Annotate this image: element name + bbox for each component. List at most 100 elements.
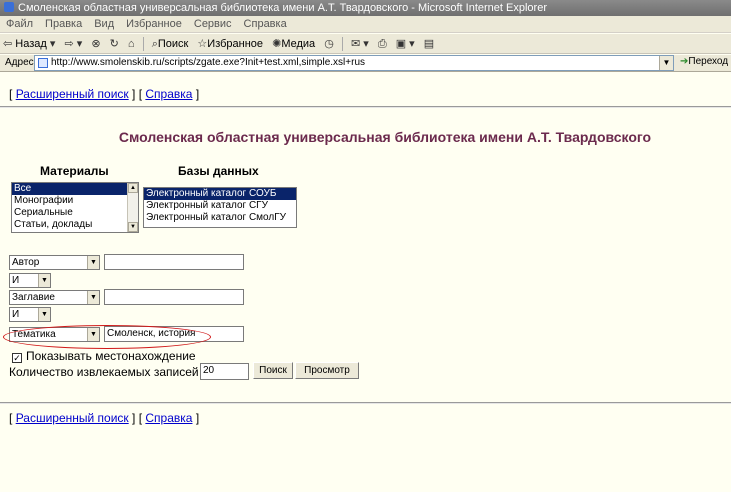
materials-listbox[interactable]: Все Монографии Сериальные Статьи, доклад… <box>11 182 139 233</box>
mail-button[interactable]: ✉ ▾ <box>348 34 372 54</box>
search-submit-button[interactable]: Поиск <box>253 362 293 379</box>
toolbar-separator <box>142 37 144 51</box>
menu-edit[interactable]: Правка <box>39 16 88 30</box>
back-button[interactable]: ⇦ Назад ▾ <box>0 34 58 54</box>
selected-value: Заглавие <box>12 292 55 303</box>
help-link[interactable]: Справка <box>145 411 192 425</box>
go-label: Переход <box>688 56 729 67</box>
mail-icon: ✉ <box>350 38 361 50</box>
list-item[interactable]: Электронный каталог СГУ <box>144 200 296 212</box>
records-label: Количество извлекаемых записей <box>9 365 199 379</box>
ie-icon <box>4 2 14 12</box>
chevron-up-icon[interactable]: ▲ <box>128 183 138 193</box>
operator-select[interactable]: И ▼ <box>9 273 51 288</box>
show-location-label: Показывать местонахождение <box>26 349 196 363</box>
chevron-down-icon: ▾ <box>76 38 83 50</box>
search-label: Поиск <box>157 38 189 50</box>
search-button[interactable]: ⌕Поиск <box>149 34 192 54</box>
databases-listbox[interactable]: Электронный каталог СОУБ Электронный кат… <box>143 187 297 228</box>
media-icon: ✺ <box>272 38 282 50</box>
author-input[interactable] <box>104 254 244 270</box>
chevron-down-icon[interactable]: ▼ <box>87 291 99 304</box>
back-arrow-icon: ⇦ <box>3 38 13 50</box>
window-title: Смоленская областная универсальная библи… <box>18 2 547 14</box>
go-button[interactable]: ➔Переход <box>680 56 728 67</box>
menu-help[interactable]: Справка <box>238 16 293 30</box>
chevron-down-icon[interactable]: ▼ <box>659 56 673 70</box>
media-label: Медиа <box>281 38 316 50</box>
toolbar: ⇦ Назад ▾ ⇨ ▾ ⊗ ↻ ⌂ ⌕Поиск ☆Избранное ✺М… <box>0 34 731 54</box>
address-label: Адрес: <box>5 57 37 68</box>
bracket: ] <box>195 87 200 101</box>
chevron-down-icon: ▾ <box>363 38 369 50</box>
edit-button[interactable]: ▣ ▾ <box>393 34 418 54</box>
menu-favorites[interactable]: Избранное <box>120 16 188 30</box>
divider <box>0 402 731 404</box>
records-count-input[interactable]: 20 <box>200 363 249 380</box>
media-button[interactable]: ✺Медиа <box>269 34 318 54</box>
show-location-row: ✓ Показывать местонахождение <box>12 349 196 363</box>
menu-tools[interactable]: Сервис <box>188 16 238 30</box>
field-select-title[interactable]: Заглавие ▼ <box>9 290 100 305</box>
page-icon <box>38 58 48 68</box>
list-item[interactable]: Сериальные <box>12 207 138 219</box>
menu-bar: Файл Правка Вид Избранное Сервис Справка <box>0 16 731 33</box>
top-links: [ Расширенный поиск ] [ Справка ] <box>9 87 199 101</box>
chevron-down-icon[interactable]: ▼ <box>87 256 99 269</box>
stop-button[interactable]: ⊗ <box>88 34 103 54</box>
title-input[interactable] <box>104 289 244 305</box>
history-button[interactable]: ◷ <box>321 34 337 54</box>
bracket: [ <box>9 87 13 101</box>
scrollbar[interactable]: ▲ ▼ <box>127 183 138 232</box>
operator-select[interactable]: И ▼ <box>9 307 51 322</box>
selected-value: И <box>12 309 20 320</box>
list-item[interactable]: Монографии <box>12 195 138 207</box>
star-icon: ☆ <box>197 38 208 50</box>
refresh-button[interactable]: ↻ <box>107 34 122 54</box>
address-url: http://www.smolenskib.ru/scripts/zgate.e… <box>51 57 366 68</box>
menu-file[interactable]: Файл <box>0 16 39 30</box>
forward-arrow-icon: ⇨ <box>64 38 74 50</box>
bottom-links: [ Расширенный поиск ] [ Справка ] <box>9 411 199 425</box>
materials-heading: Материалы <box>40 164 109 178</box>
address-bar: Адрес: http://www.smolenskib.ru/scripts/… <box>0 55 731 72</box>
chevron-down-icon: ▾ <box>409 38 415 50</box>
chevron-down-icon: ▾ <box>49 38 56 50</box>
menu-view[interactable]: Вид <box>88 16 120 30</box>
title-bar: Смоленская областная универсальная библи… <box>0 0 731 16</box>
toolbar-separator <box>341 37 343 51</box>
bracket: ] [ <box>132 87 143 101</box>
selected-value: И <box>12 275 20 286</box>
show-location-checkbox[interactable]: ✓ <box>12 353 22 363</box>
list-item[interactable]: Статьи, доклады <box>12 219 138 231</box>
discuss-icon: ▤ <box>423 38 435 50</box>
print-icon: ⎙ <box>377 38 387 50</box>
edit-icon: ▣ <box>395 38 407 50</box>
list-item[interactable]: Электронный каталог СОУБ <box>144 188 296 200</box>
print-button[interactable]: ⎙ <box>375 34 390 54</box>
chevron-down-icon[interactable]: ▼ <box>38 308 50 321</box>
help-link[interactable]: Справка <box>145 87 192 101</box>
chevron-down-icon[interactable]: ▼ <box>38 274 50 287</box>
page-content: [ Расширенный поиск ] [ Справка ] Смолен… <box>0 73 731 492</box>
back-label: Назад <box>15 38 47 50</box>
chevron-down-icon[interactable]: ▼ <box>128 222 138 232</box>
databases-heading: Базы данных <box>178 164 259 178</box>
forward-button[interactable]: ⇨ ▾ <box>61 34 85 54</box>
field-select-author[interactable]: Автор ▼ <box>9 255 100 270</box>
discuss-button[interactable]: ▤ <box>421 34 437 54</box>
favorites-button[interactable]: ☆Избранное <box>194 34 266 54</box>
selected-value: Автор <box>12 257 40 268</box>
address-input[interactable]: http://www.smolenskib.ru/scripts/zgate.e… <box>34 55 674 71</box>
advanced-search-link[interactable]: Расширенный поиск <box>16 87 129 101</box>
refresh-icon: ↻ <box>109 38 119 50</box>
history-icon: ◷ <box>324 38 334 50</box>
home-icon: ⌂ <box>127 38 135 50</box>
list-item[interactable]: Электронный каталог СмолГУ <box>144 212 296 224</box>
home-button[interactable]: ⌂ <box>125 34 138 54</box>
advanced-search-link[interactable]: Расширенный поиск <box>16 411 129 425</box>
list-item[interactable]: Все <box>12 183 138 195</box>
view-button[interactable]: Просмотр <box>295 362 359 379</box>
bracket: [ <box>9 411 13 425</box>
records-count-row: Количество извлекаемых записей <box>9 364 199 380</box>
